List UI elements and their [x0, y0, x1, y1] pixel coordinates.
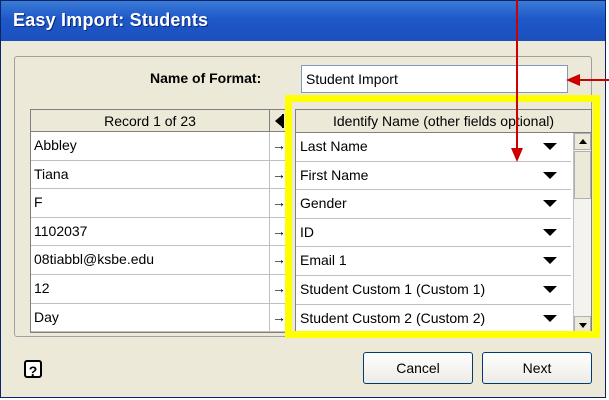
record-table: Record 1 of 23 Abbley → Tiana → F → 1102…: [30, 109, 288, 334]
record-row: 08tiabbl@ksbe.edu →: [31, 246, 288, 275]
record-row: Day →: [31, 303, 288, 333]
format-name-label: Name of Format:: [150, 70, 262, 86]
bar-icon: [282, 114, 284, 128]
highlight-frame: [285, 95, 600, 338]
record-value: Abbley: [34, 137, 77, 153]
annotation-arrow-head-down: [511, 148, 523, 162]
record-value: Tiana: [34, 165, 69, 182]
annotation-arrow-line-vertical: [516, 0, 518, 150]
record-value: 1102037: [34, 222, 88, 239]
next-button[interactable]: Next: [482, 352, 592, 384]
record-row: 12 →: [31, 274, 288, 304]
record-value: Day: [34, 308, 59, 325]
record-value: 08tiabbl@ksbe.edu: [34, 251, 155, 268]
record-row: Tiana →: [31, 160, 288, 190]
record-value: 12: [34, 279, 50, 296]
title-bar[interactable]: Easy Import: Students: [1, 1, 605, 41]
annotation-arrow-head-left: [566, 74, 580, 86]
record-header: Record 1 of 23: [31, 110, 288, 132]
format-name-input[interactable]: [301, 65, 568, 93]
record-row: Abbley →: [31, 132, 288, 161]
annotation-arrow-line-horizontal: [578, 79, 609, 81]
record-row: 1102037 →: [31, 217, 288, 247]
window-title: Easy Import: Students: [13, 10, 209, 30]
help-button[interactable]: ?: [24, 360, 42, 379]
record-value: F: [34, 194, 43, 211]
arrow-left-icon: [275, 115, 282, 127]
cancel-button[interactable]: Cancel: [363, 352, 473, 384]
record-counter: Record 1 of 23: [104, 113, 196, 129]
record-row: F →: [31, 189, 288, 218]
